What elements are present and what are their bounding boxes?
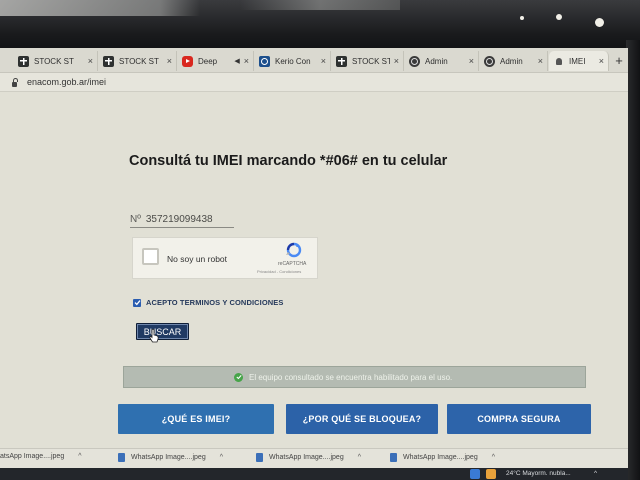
new-tab-button[interactable]: + [610, 52, 628, 70]
tab-label: STOCK ST [352, 56, 390, 66]
imei-prefix: Nº [130, 214, 141, 225]
tab-label: Kerio Con [275, 56, 311, 66]
taskbar: 24°C Mayorm. nubla... ^ [0, 468, 628, 480]
accept-terms-checkbox[interactable] [133, 298, 141, 307]
room-background [0, 0, 640, 48]
download-item[interactable]: WhatsApp Image....jpeg ^ [256, 453, 361, 462]
recaptcha-brand: reCAPTCHA [278, 261, 307, 267]
tab-label: Deep [198, 56, 218, 66]
tab-label: IMEI [569, 56, 586, 66]
why-blocked-button[interactable]: ¿POR QUÉ SE BLOQUEA? [286, 404, 438, 434]
chevron-up-icon[interactable]: ^ [358, 454, 361, 461]
download-filename: WhatsApp Image....jpeg [131, 454, 206, 461]
taskbar-app-icon[interactable] [486, 469, 496, 479]
monitor-bezel [626, 40, 640, 480]
stock-icon [103, 55, 114, 67]
page-content: Consultá tu IMEI marcando *#06# en tu ce… [0, 92, 628, 448]
tab-imei[interactable]: IMEI × [549, 51, 609, 71]
image-file-icon [256, 453, 263, 462]
accept-terms[interactable]: ACEPTO TERMINOS Y CONDICIONES [133, 298, 284, 307]
url-text[interactable]: enacom.gob.ar/imei [27, 77, 106, 87]
tab-stock-1[interactable]: STOCK ST × [14, 51, 98, 71]
speaker-icon[interactable]: ◀ [234, 57, 239, 65]
stock-icon [18, 55, 29, 67]
system-tray-chevron-icon[interactable]: ^ [594, 470, 597, 477]
recaptcha-checkbox[interactable] [142, 248, 159, 265]
imei-input[interactable] [145, 214, 226, 225]
downloads-bar: atsApp Image....jpeg ^ WhatsApp Image...… [0, 448, 628, 469]
what-is-imei-button[interactable]: ¿QUÉ ES IMEI? [118, 404, 274, 434]
check-circle-icon [234, 372, 243, 382]
browser-tab-bar: STOCK ST × STOCK ST × Deep ◀ × Kerio Con… [0, 48, 628, 73]
close-icon[interactable]: × [167, 56, 172, 66]
download-item[interactable]: WhatsApp Image....jpeg ^ [118, 453, 223, 462]
stock-icon [336, 55, 347, 67]
image-file-icon [118, 453, 125, 462]
globe-icon [484, 55, 495, 67]
recaptcha-label: No soy un robot [167, 254, 228, 264]
safe-purchase-button[interactable]: COMPRA SEGURA [447, 404, 591, 434]
tab-label: Admin [425, 56, 448, 66]
close-icon[interactable]: × [88, 56, 93, 66]
download-filename: WhatsApp Image....jpeg [269, 454, 344, 461]
tab-label: STOCK ST [34, 56, 74, 66]
recaptcha-terms[interactable]: Privacidad - Condiciones [257, 269, 301, 274]
hand-cursor-icon [149, 329, 159, 343]
download-filename: atsApp Image....jpeg [0, 453, 65, 460]
tab-label: STOCK ST [119, 56, 159, 66]
bell-icon [553, 56, 564, 67]
chevron-up-icon[interactable]: ^ [78, 453, 81, 460]
ceiling-glare [240, 0, 400, 10]
imei-field[interactable]: Nº [130, 212, 234, 228]
image-file-icon [390, 453, 397, 462]
search-button[interactable]: BUSCAR [136, 323, 189, 340]
globe-icon [409, 55, 420, 67]
lock-icon [12, 77, 18, 87]
check-icon [134, 300, 140, 306]
recaptcha-logo-icon [286, 242, 302, 258]
window-glare [0, 0, 200, 16]
chevron-up-icon[interactable]: ^ [220, 454, 223, 461]
close-icon[interactable]: × [538, 56, 543, 66]
chevron-up-icon[interactable]: ^ [492, 454, 495, 461]
address-bar[interactable]: enacom.gob.ar/imei [0, 73, 628, 92]
status-message: El equipo consultado se encuentra habili… [249, 372, 453, 382]
ceiling-lamp [556, 14, 562, 20]
monitor-screen: STOCK ST × STOCK ST × Deep ◀ × Kerio Con… [0, 48, 628, 480]
tab-admin-2[interactable]: Admin × [480, 51, 548, 71]
ceiling-lamp [595, 18, 604, 27]
tab-stock-3[interactable]: STOCK ST × [332, 51, 404, 71]
accept-terms-label: ACEPTO TERMINOS Y CONDICIONES [146, 298, 284, 307]
status-message-bar: El equipo consultado se encuentra habili… [123, 366, 586, 388]
close-icon[interactable]: × [394, 56, 399, 66]
tab-kerio[interactable]: Kerio Con × [255, 51, 331, 71]
taskbar-app-icon[interactable] [470, 469, 480, 479]
close-icon[interactable]: × [321, 56, 326, 66]
tab-deep[interactable]: Deep ◀ × [178, 51, 254, 71]
download-item[interactable]: atsApp Image....jpeg ^ [0, 453, 82, 460]
tab-label: Admin [500, 56, 523, 66]
close-icon[interactable]: × [599, 56, 604, 66]
recaptcha-widget: No soy un robot reCAPTCHA Privacidad - C… [132, 237, 318, 279]
weather-widget[interactable]: 24°C Mayorm. nubla... [506, 470, 571, 477]
youtube-icon [182, 55, 193, 67]
ceiling-lamp [520, 16, 524, 20]
download-item[interactable]: WhatsApp Image....jpeg ^ [390, 453, 495, 462]
kerio-icon [259, 55, 270, 67]
page-title: Consultá tu IMEI marcando *#06# en tu ce… [129, 153, 448, 169]
tab-admin-1[interactable]: Admin × [405, 51, 479, 71]
close-icon[interactable]: × [469, 56, 474, 66]
close-icon[interactable]: × [244, 56, 249, 66]
tab-stock-2[interactable]: STOCK ST × [99, 51, 177, 71]
download-filename: WhatsApp Image....jpeg [403, 454, 478, 461]
